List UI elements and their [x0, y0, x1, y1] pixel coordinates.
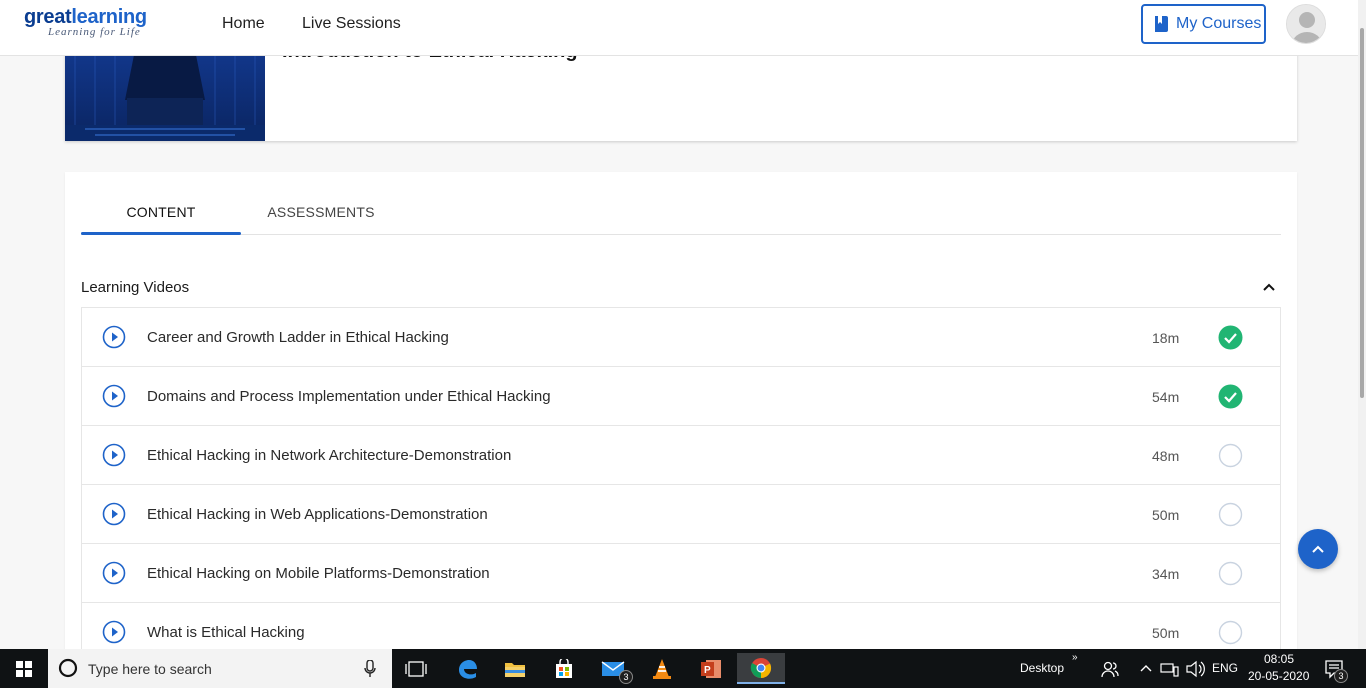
- volume-icon[interactable]: [1185, 660, 1205, 678]
- taskbar-mail[interactable]: 3: [589, 653, 637, 684]
- taskbar-file-explorer[interactable]: [491, 653, 539, 684]
- video-duration: 54m: [1152, 389, 1180, 405]
- network-icon[interactable]: [1160, 661, 1180, 677]
- logo-tagline: Learning for Life: [48, 26, 141, 38]
- svg-text:P: P: [704, 665, 711, 676]
- edge-browser-icon: [459, 659, 477, 679]
- play-circle-icon[interactable]: [102, 620, 126, 644]
- taskbar-search-placeholder: Type here to search: [88, 661, 212, 677]
- task-view-button[interactable]: [392, 653, 440, 684]
- cortana-icon: [58, 658, 78, 678]
- active-tab-indicator: [81, 232, 241, 235]
- video-row[interactable]: Domains and Process Implementation under…: [82, 367, 1280, 426]
- taskbar-chrome[interactable]: [737, 653, 785, 684]
- video-row[interactable]: Ethical Hacking in Network Architecture-…: [82, 426, 1280, 485]
- play-circle-icon[interactable]: [102, 502, 126, 526]
- video-duration: 48m: [1152, 448, 1180, 464]
- video-duration: 18m: [1152, 330, 1180, 346]
- taskbar-edge[interactable]: [443, 653, 491, 684]
- video-title[interactable]: Career and Growth Ladder in Ethical Hack…: [147, 329, 449, 346]
- powerpoint-icon: P: [701, 659, 721, 678]
- incomplete-circle-icon: [1218, 443, 1243, 468]
- toolbar-chevron-icon[interactable]: »: [1072, 652, 1078, 663]
- task-view-icon: [405, 660, 427, 677]
- scrollbar-thumb[interactable]: [1360, 28, 1364, 398]
- greatlearning-logo[interactable]: greatlearning Learning for Life: [24, 6, 147, 38]
- play-circle-icon[interactable]: [102, 561, 126, 585]
- my-courses-label: My Courses: [1176, 15, 1262, 32]
- taskbar-store[interactable]: [540, 653, 588, 684]
- desktop-toolbar-label[interactable]: Desktop: [1020, 661, 1064, 675]
- folder-icon: [505, 662, 525, 677]
- scroll-to-top-button[interactable]: [1298, 529, 1338, 569]
- tray-expand-icon[interactable]: [1139, 663, 1153, 673]
- microphone-icon[interactable]: [364, 660, 376, 678]
- page-scrollbar[interactable]: [1358, 0, 1366, 649]
- video-title[interactable]: Ethical Hacking on Mobile Platforms-Demo…: [147, 565, 490, 582]
- taskbar-powerpoint[interactable]: P: [687, 653, 735, 684]
- nav-link-live-sessions[interactable]: Live Sessions: [302, 15, 401, 33]
- tab-content[interactable]: CONTENT: [81, 204, 241, 220]
- store-bag-icon: [556, 658, 572, 678]
- incomplete-circle-icon: [1218, 561, 1243, 586]
- user-avatar[interactable]: [1286, 4, 1326, 44]
- windows-logo-icon: [16, 660, 32, 677]
- taskbar-search-box[interactable]: Type here to search: [48, 649, 392, 688]
- nav-link-home[interactable]: Home: [222, 15, 265, 33]
- video-title[interactable]: Domains and Process Implementation under…: [147, 388, 551, 405]
- clock-date[interactable]: 20-05-2020: [1248, 669, 1309, 683]
- section-title: Learning Videos: [81, 279, 190, 296]
- course-content-card: CONTENT ASSESSMENTS Learning Videos Care…: [65, 172, 1297, 662]
- start-button[interactable]: [0, 649, 48, 688]
- chrome-browser-icon: [750, 657, 772, 678]
- clock-time[interactable]: 08:05: [1264, 652, 1294, 666]
- tab-assessments[interactable]: ASSESSMENTS: [241, 204, 401, 220]
- video-duration: 34m: [1152, 566, 1180, 582]
- video-row[interactable]: Ethical Hacking on Mobile Platforms-Demo…: [82, 544, 1280, 603]
- completed-check-icon: [1218, 325, 1243, 350]
- language-indicator[interactable]: ENG: [1212, 661, 1238, 675]
- play-circle-icon[interactable]: [102, 443, 126, 467]
- play-circle-icon[interactable]: [102, 384, 126, 408]
- windows-taskbar: Type here to search 3 P Desktop » ENG 08…: [0, 649, 1366, 688]
- book-icon: [1155, 16, 1168, 32]
- mail-badge: 3: [619, 670, 633, 684]
- notification-badge: 3: [1334, 669, 1348, 683]
- video-duration: 50m: [1152, 625, 1180, 641]
- play-circle-icon[interactable]: [102, 325, 126, 349]
- logo-wordmark: greatlearning: [24, 6, 147, 28]
- video-title[interactable]: Ethical Hacking in Network Architecture-…: [147, 447, 511, 464]
- content-tabs: CONTENT ASSESSMENTS: [81, 172, 1281, 235]
- chevron-up-icon[interactable]: [1260, 278, 1278, 296]
- incomplete-circle-icon: [1218, 502, 1243, 527]
- video-row[interactable]: Ethical Hacking in Web Applications-Demo…: [82, 485, 1280, 544]
- my-courses-button[interactable]: My Courses: [1141, 4, 1266, 44]
- user-silhouette-icon: [1287, 5, 1325, 43]
- incomplete-circle-icon: [1218, 620, 1243, 645]
- top-navbar: greatlearning Learning for Life Home Liv…: [0, 0, 1358, 56]
- video-row[interactable]: Career and Growth Ladder in Ethical Hack…: [82, 308, 1280, 367]
- vlc-cone-icon: [653, 658, 671, 679]
- video-list: Career and Growth Ladder in Ethical Hack…: [81, 307, 1281, 662]
- video-duration: 50m: [1152, 507, 1180, 523]
- video-title[interactable]: What is Ethical Hacking: [147, 624, 305, 641]
- taskbar-vlc[interactable]: [638, 653, 686, 684]
- people-icon[interactable]: [1101, 660, 1119, 678]
- chevron-up-icon: [1312, 545, 1324, 553]
- completed-check-icon: [1218, 384, 1243, 409]
- video-title[interactable]: Ethical Hacking in Web Applications-Demo…: [147, 506, 488, 523]
